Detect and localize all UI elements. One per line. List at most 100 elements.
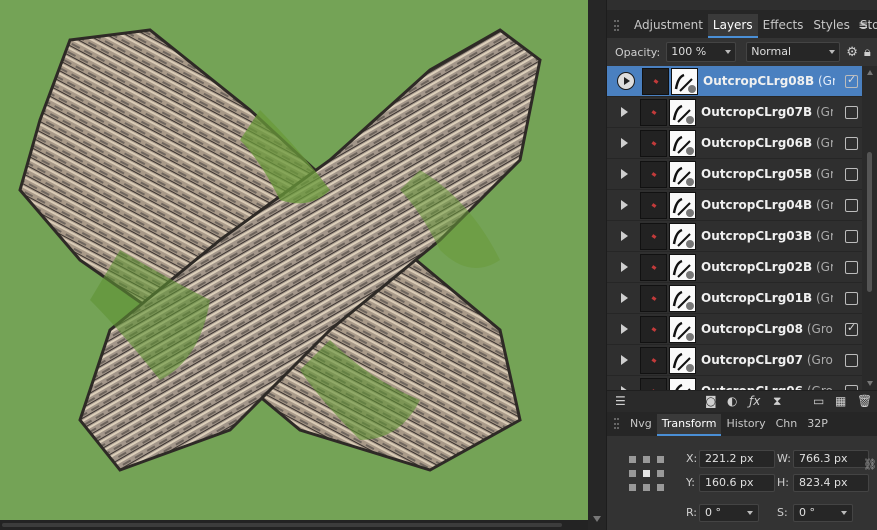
anchor-selector[interactable] (629, 456, 665, 492)
layer-row[interactable]: OutcropCLrg07B (Group) (607, 97, 862, 128)
expand-arrow-icon[interactable] (621, 324, 633, 334)
tab-adjustment[interactable]: Adjustment (629, 14, 708, 38)
anchor-point[interactable] (643, 484, 650, 491)
layer-row[interactable]: OutcropCLrg04B (Group) (607, 190, 862, 221)
canvas-vertical-scrollbar[interactable] (588, 0, 606, 530)
tab-transform[interactable]: Transform (656, 414, 722, 436)
layer-row[interactable]: OutcropCLrg07 (Group) (607, 345, 862, 376)
layer-row[interactable]: OutcropCLrg06 (Group) (607, 376, 862, 390)
layer-row[interactable]: OutcropCLrg01B (Group) (607, 283, 862, 314)
transform-panel: X: 221.2 px W: 766.3 px Y: 160.6 px H: 8… (607, 436, 877, 530)
expand-arrow-icon[interactable] (621, 293, 633, 303)
layer-type-text: (Group) (815, 198, 833, 212)
expand-arrow-icon[interactable] (621, 262, 633, 272)
trash-icon[interactable]: 🗑︎ (857, 394, 872, 408)
layer-name: OutcropCLrg01B (Group) (701, 291, 833, 305)
layer-thumbnail (640, 346, 667, 374)
layer-row[interactable]: OutcropCLrg08 (Group) (607, 314, 862, 345)
visibility-checkbox[interactable] (845, 73, 858, 88)
tab-layers[interactable]: Layers (707, 14, 758, 38)
visibility-checkbox[interactable] (845, 230, 858, 243)
visibility-checkbox[interactable] (845, 292, 858, 305)
opacity-label: Opacity: (615, 45, 661, 59)
y-field[interactable]: 160.6 px (699, 474, 775, 492)
x-field[interactable]: 221.2 px (699, 450, 775, 468)
panel-grip-icon[interactable] (614, 20, 619, 31)
rotation-label: R: (686, 506, 698, 519)
expand-arrow-icon[interactable] (621, 169, 633, 179)
blend-mode-dropdown[interactable]: Normal (746, 42, 841, 62)
link-aspect-icon[interactable]: ⛓ (863, 458, 877, 471)
scroll-thumb[interactable] (2, 523, 562, 527)
rotation-field[interactable]: 0 ° (699, 504, 759, 522)
layer-row[interactable]: OutcropCLrg05B (Group) (607, 159, 862, 190)
document-canvas[interactable] (0, 0, 588, 520)
anchor-point[interactable] (643, 456, 650, 463)
tab-history[interactable]: History (721, 414, 770, 436)
anchor-point[interactable] (657, 484, 664, 491)
anchor-point-center[interactable] (643, 470, 650, 477)
layer-type-text: (Group) (815, 260, 833, 274)
panel-menu-icon[interactable]: ≡. (858, 18, 872, 32)
layer-stack-icon[interactable]: ☰ (615, 394, 626, 408)
layer-mask-thumbnail (669, 253, 696, 281)
layer-row[interactable]: OutcropCLrg06B (Group) (607, 128, 862, 159)
canvas-horizontal-scrollbar[interactable] (0, 520, 588, 530)
visibility-checkbox[interactable] (845, 137, 858, 150)
fx-icon[interactable]: ƒx (749, 394, 760, 408)
tab-navigator[interactable]: Nvg (625, 414, 657, 436)
shear-field[interactable]: 0 ° (793, 504, 853, 522)
scroll-down-icon[interactable] (593, 516, 601, 522)
anchor-point[interactable] (629, 470, 636, 477)
visibility-checkbox[interactable] (845, 321, 858, 336)
live-filter-icon[interactable]: ⧗ (773, 394, 781, 409)
visibility-checkbox[interactable] (845, 106, 858, 119)
anchor-point[interactable] (657, 456, 664, 463)
shear-value: 0 ° (799, 506, 815, 519)
layer-mask-thumbnail (669, 284, 696, 312)
anchor-point[interactable] (629, 456, 636, 463)
layers-list[interactable]: OutcropCLrg08B (Group)OutcropCLrg07B (Gr… (607, 66, 862, 390)
layer-mask-thumbnail (669, 191, 696, 219)
expand-arrow-icon[interactable] (617, 72, 635, 90)
tab-channels[interactable]: Chn (771, 414, 803, 436)
layer-type-text: (Group) (815, 105, 833, 119)
tab-32p[interactable]: 32P (802, 414, 833, 436)
scroll-up-icon[interactable] (867, 70, 873, 75)
folder-icon[interactable]: ▭ (813, 394, 824, 408)
expand-arrow-icon[interactable] (621, 200, 633, 210)
layer-thumbnail (642, 67, 669, 95)
gear-icon[interactable]: ⚙ (846, 45, 858, 60)
layer-row[interactable]: OutcropCLrg03B (Group) (607, 221, 862, 252)
layer-name: OutcropCLrg08 (Group) (701, 322, 833, 336)
visibility-checkbox[interactable] (845, 261, 858, 274)
layer-mask-thumbnail (669, 160, 696, 188)
visibility-checkbox[interactable] (845, 199, 858, 212)
new-pixel-layer-icon[interactable]: ▦ (835, 394, 846, 408)
opacity-dropdown[interactable]: 100 % (666, 42, 737, 62)
expand-arrow-icon[interactable] (621, 355, 633, 365)
expand-arrow-icon[interactable] (621, 138, 633, 148)
mask-layer-icon[interactable]: ◙ (705, 394, 717, 408)
layer-row[interactable]: OutcropCLrg02B (Group) (607, 252, 862, 283)
anchor-point[interactable] (629, 484, 636, 491)
adjustment-layer-icon[interactable]: ◐ (727, 394, 737, 408)
expand-arrow-icon[interactable] (621, 107, 633, 117)
tab-effects[interactable]: Effects (758, 14, 809, 38)
visibility-checkbox[interactable] (845, 354, 858, 367)
layer-row[interactable]: OutcropCLrg08B (Group) (607, 66, 862, 97)
scroll-thumb[interactable] (867, 152, 872, 292)
layers-scrollbar[interactable] (862, 66, 877, 390)
w-field[interactable]: 766.3 px (793, 450, 869, 468)
rock-outcrop-artwork (18, 28, 542, 472)
visibility-checkbox[interactable] (845, 168, 858, 181)
chevron-down-icon (829, 50, 836, 54)
anchor-point[interactable] (657, 470, 664, 477)
lock-icon[interactable]: 🔒︎ (864, 45, 871, 60)
tab-styles[interactable]: Styles (808, 14, 854, 38)
layer-thumbnail (640, 129, 667, 157)
h-field[interactable]: 823.4 px (793, 474, 869, 492)
panel-grip-icon[interactable] (614, 418, 619, 429)
scroll-down-icon[interactable] (867, 381, 873, 386)
expand-arrow-icon[interactable] (621, 231, 633, 241)
